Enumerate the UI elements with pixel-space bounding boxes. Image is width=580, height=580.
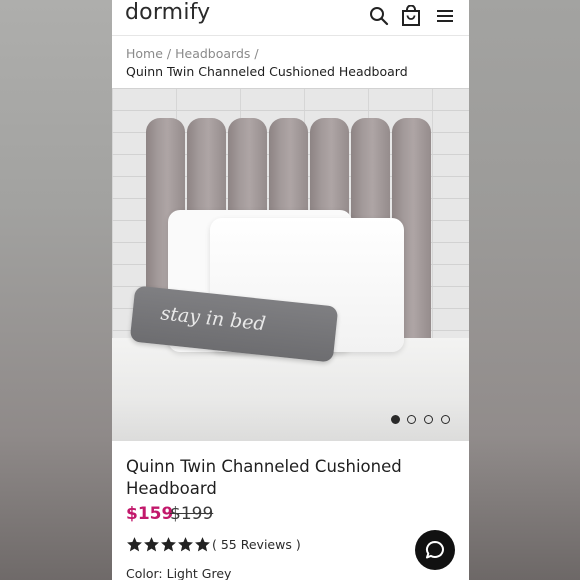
- breadcrumb-separator: /: [254, 46, 259, 61]
- shopping-bag-icon[interactable]: [400, 5, 422, 27]
- star-icon: [195, 537, 210, 552]
- carousel-dot[interactable]: [391, 415, 400, 424]
- breadcrumb: Home / Headboards /: [126, 46, 259, 61]
- product-image-carousel[interactable]: stay in bed: [112, 88, 469, 441]
- background-left: [0, 0, 112, 580]
- breadcrumb-separator: /: [166, 46, 172, 61]
- search-icon[interactable]: [368, 5, 390, 27]
- sale-price: $159: [126, 504, 174, 524]
- color-label: Color: Light Grey: [126, 566, 232, 580]
- background-right: [469, 0, 580, 580]
- original-price: $199: [170, 504, 214, 524]
- chat-bubble-icon: [426, 541, 444, 559]
- carousel-dot[interactable]: [407, 415, 416, 424]
- carousel-dots: [391, 414, 455, 426]
- site-header: dormify: [112, 0, 469, 36]
- star-icon: [161, 537, 176, 552]
- breadcrumb-headboards[interactable]: Headboards: [175, 46, 250, 61]
- star-icon: [178, 537, 193, 552]
- product-title: Quinn Twin Channeled Cushioned Headboard: [126, 457, 402, 498]
- dormify-logo[interactable]: dormify: [125, 0, 210, 25]
- chat-button[interactable]: [415, 530, 455, 570]
- pillow-text: stay in bed: [159, 302, 267, 336]
- breadcrumb-home[interactable]: Home: [126, 46, 163, 61]
- carousel-dot[interactable]: [441, 415, 450, 424]
- breadcrumb-current: Quinn Twin Channeled Cushioned Headboard: [126, 64, 408, 79]
- menu-icon[interactable]: [434, 5, 456, 27]
- reviews-link[interactable]: ( 55 Reviews ): [212, 537, 301, 552]
- mobile-page: dormify Home / Headboards / Quinn Twin C…: [112, 0, 469, 580]
- star-icon: [144, 537, 159, 552]
- star-icon: [127, 537, 142, 552]
- carousel-dot[interactable]: [424, 415, 433, 424]
